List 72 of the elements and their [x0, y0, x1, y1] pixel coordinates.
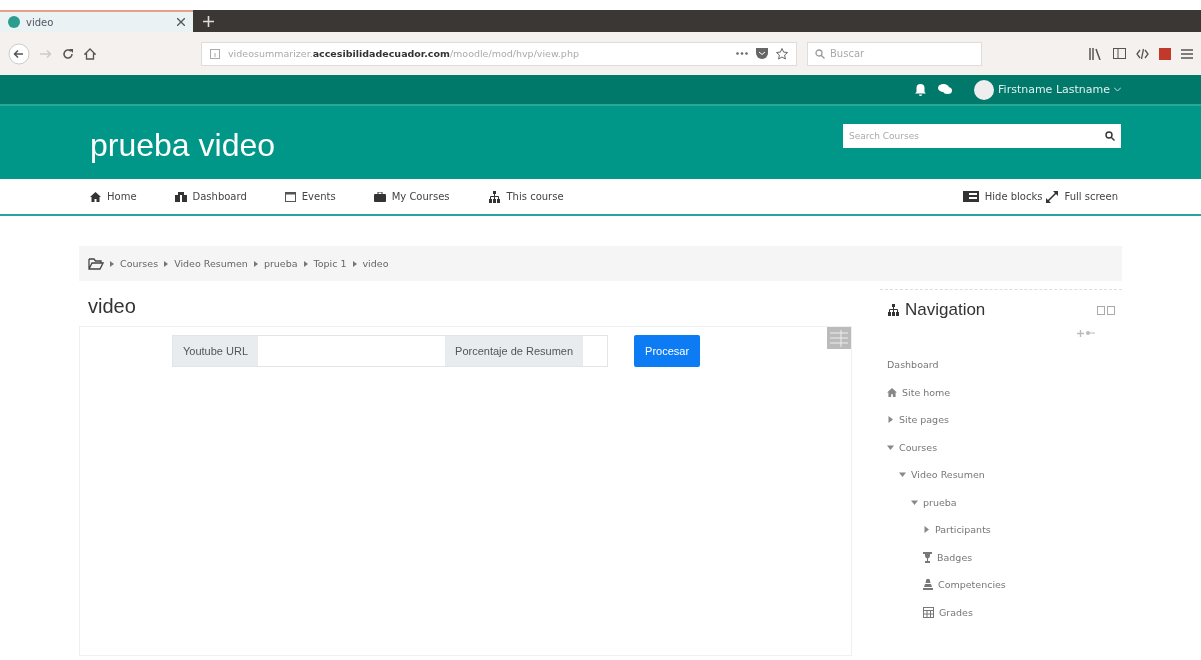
- tree-item[interactable]: prueba: [923, 496, 957, 508]
- block-title: Navigation: [905, 300, 986, 320]
- caret-down-icon[interactable]: [887, 443, 894, 451]
- tree-item[interactable]: Courses: [899, 441, 938, 453]
- chevron-icon: [164, 260, 169, 267]
- chevron-icon: [303, 260, 308, 267]
- breadcrumb-link[interactable]: Courses: [120, 258, 159, 269]
- code-icon[interactable]: [1136, 47, 1149, 60]
- tree-item[interactable]: Dashboard: [887, 359, 939, 371]
- moodle-icon: [8, 16, 20, 28]
- nav-link[interactable]: Hide blocks: [984, 191, 1043, 202]
- process-button[interactable]: Procesar: [634, 335, 701, 367]
- calendar-icon: [284, 191, 296, 202]
- nav-link[interactable]: Dashboard: [192, 191, 247, 202]
- breadcrumb-link[interactable]: prueba: [263, 258, 298, 269]
- home-icon[interactable]: [84, 47, 96, 60]
- tree-item[interactable]: Site home: [902, 386, 951, 398]
- sitemap-icon: [887, 304, 900, 316]
- caret-right-icon[interactable]: [923, 526, 930, 534]
- grid-icon: [923, 606, 934, 618]
- nav-link[interactable]: Home: [107, 191, 137, 202]
- avatar-icon[interactable]: [974, 79, 995, 100]
- nav-link[interactable]: My Courses: [391, 191, 450, 202]
- bell-icon[interactable]: [915, 83, 927, 96]
- reload-icon[interactable]: [62, 47, 74, 60]
- search-icon: [815, 48, 825, 59]
- dashboard-icon: [174, 191, 187, 202]
- breadcrumb-link[interactable]: Topic 1: [313, 258, 347, 269]
- chat-icon[interactable]: [938, 84, 953, 95]
- folder-icon[interactable]: [88, 257, 104, 270]
- user-menu[interactable]: Firstname Lastname: [998, 83, 1110, 96]
- library-icon[interactable]: [1089, 47, 1103, 60]
- address-bar[interactable]: videosummarizer.accesibilidadecuador.com/moodle/mod/hvp/view.php: [201, 41, 797, 66]
- breadcrumb-link[interactable]: video: [362, 258, 389, 269]
- menu-icon[interactable]: [1181, 48, 1193, 59]
- close-icon[interactable]: [177, 18, 185, 26]
- chevron-icon: [110, 260, 114, 267]
- caret-down-icon[interactable]: [911, 498, 918, 506]
- caret-right-icon[interactable]: [887, 416, 894, 424]
- site-title: prueba video: [90, 127, 277, 164]
- page-title: video: [88, 295, 137, 318]
- browser-tab[interactable]: video: [0, 10, 193, 32]
- info-icon: [210, 48, 220, 59]
- tree-item[interactable]: Participants: [935, 524, 991, 536]
- breadcrumb-link[interactable]: Video Resumen: [174, 258, 248, 269]
- nav-link[interactable]: Full screen: [1064, 191, 1118, 202]
- panel-icon: [962, 191, 979, 202]
- tree-item[interactable]: Badges: [937, 551, 973, 563]
- more-icon[interactable]: [736, 52, 748, 55]
- tree-item[interactable]: Grades: [939, 606, 973, 618]
- caret-down-icon[interactable]: [899, 471, 906, 479]
- tree-item[interactable]: Video Resumen: [911, 469, 985, 481]
- shield-icon[interactable]: [756, 48, 768, 59]
- back-icon[interactable]: [8, 42, 30, 65]
- chevron-icon: [352, 260, 357, 267]
- briefcase-icon: [373, 191, 386, 202]
- trophy-icon: [923, 551, 932, 563]
- tiers-icon: [923, 579, 933, 591]
- search-icon: [1105, 130, 1115, 141]
- tree-item[interactable]: Site pages: [899, 414, 949, 426]
- extension-icon[interactable]: [1159, 47, 1171, 60]
- chevron-icon: [253, 260, 258, 267]
- nav-link[interactable]: This course: [506, 191, 564, 202]
- sidebar-icon[interactable]: [1113, 48, 1126, 59]
- star-icon[interactable]: [776, 47, 788, 60]
- tree-item[interactable]: Competencies: [938, 579, 1006, 591]
- expand-icon: [1046, 190, 1059, 203]
- nav-link[interactable]: Events: [301, 191, 336, 202]
- home-icon: [887, 387, 897, 397]
- new-tab-icon[interactable]: [203, 15, 214, 27]
- sitemap-icon: [487, 190, 501, 203]
- home-icon: [90, 191, 101, 202]
